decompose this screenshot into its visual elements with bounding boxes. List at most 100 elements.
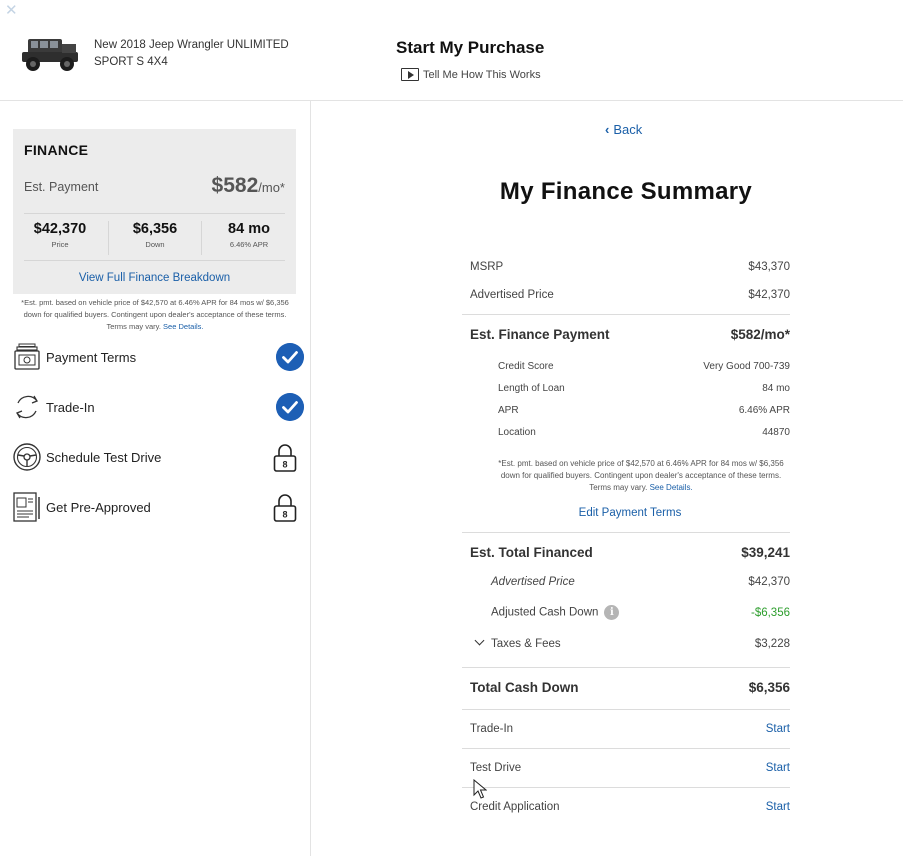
- stat-label: 6.46% APR: [229, 240, 269, 249]
- step-trade-in[interactable]: Trade-In: [12, 392, 304, 424]
- tf-advertised-row: Advertised Price $42,370: [491, 576, 790, 588]
- top-header: New 2018 Jeep Wrangler UNLIMITED SPORT S…: [0, 0, 903, 101]
- adj-cash-label: Adjusted Cash Down: [491, 606, 599, 619]
- row-value: $43,370: [748, 261, 790, 273]
- page-title: Start My Purchase: [396, 38, 545, 57]
- test-drive-action-row: Test Drive Start: [470, 762, 790, 774]
- finance-card-title: FINANCE: [24, 142, 89, 158]
- how-it-works-label: Tell Me How This Works: [423, 68, 541, 81]
- money-stack-icon: [14, 343, 40, 370]
- lock-icon: 8: [273, 444, 297, 472]
- summary-disclaimer: *Est. pmt. based on vehicle price of $42…: [493, 458, 789, 494]
- info-icon[interactable]: i: [604, 605, 620, 620]
- see-details-link[interactable]: See Details.: [163, 322, 203, 331]
- row-label: Test Drive: [470, 762, 522, 774]
- est-finance-payment-row: Est. Finance Payment $582/mo*: [470, 327, 790, 342]
- row-label: APR: [498, 405, 519, 416]
- row-value: 84 mo: [762, 383, 790, 394]
- row-label: Trade-In: [470, 723, 514, 735]
- test-drive-start-button[interactable]: Start: [766, 762, 790, 774]
- step-label: Trade-In: [46, 400, 95, 415]
- card-divider: [24, 213, 285, 214]
- check-icon: [276, 343, 304, 371]
- see-details-link[interactable]: See Details.: [650, 483, 693, 492]
- row-value: Very Good 700-739: [703, 361, 790, 372]
- trade-in-start-button[interactable]: Start: [766, 723, 790, 735]
- row-value: $582/mo*: [730, 327, 790, 342]
- chevron-left-icon: ‹: [605, 122, 610, 137]
- stat-label: Price: [51, 240, 69, 249]
- loan-length-row: Length of Loan 84 mo: [498, 383, 790, 394]
- advertised-price-row: Advertised Price $42,370: [470, 289, 790, 301]
- row-value: $42,370: [748, 576, 790, 588]
- row-label: Credit Score: [498, 361, 554, 372]
- row-label: Total Cash Down: [470, 680, 579, 695]
- stat-divider: [201, 221, 202, 255]
- row-label: Location: [498, 427, 536, 438]
- view-finance-breakdown-link[interactable]: View Full Finance Breakdown: [13, 272, 296, 284]
- chevron-down-icon: [474, 635, 485, 646]
- divider: [462, 532, 790, 533]
- adjusted-cash-down-row: Adjusted Cash Down i -$6,356: [491, 605, 790, 620]
- divider: [462, 314, 790, 315]
- est-payment-suffix: /mo*: [258, 180, 285, 195]
- lock-number: 8: [282, 460, 287, 470]
- divider: [462, 748, 790, 749]
- disclaimer-text: *Est. pmt. based on vehicle price of $42…: [498, 459, 784, 492]
- stat-term: 84 mo 6.46% APR: [205, 221, 293, 249]
- divider: [462, 787, 790, 788]
- cursor-icon: [473, 779, 487, 799]
- edit-payment-terms-link[interactable]: Edit Payment Terms: [462, 507, 798, 519]
- credit-application-start-button[interactable]: Start: [766, 801, 790, 813]
- row-label: Advertised Price: [470, 289, 554, 301]
- back-label: Back: [613, 122, 643, 137]
- card-divider: [24, 260, 285, 261]
- step-schedule-test-drive[interactable]: Schedule Test Drive 8: [12, 442, 304, 474]
- step-payment-terms[interactable]: Payment Terms: [12, 342, 304, 374]
- disclaimer-text: *Est. pmt. based on vehicle price of $42…: [21, 298, 289, 331]
- apr-row: APR 6.46% APR: [498, 405, 790, 416]
- divider: [462, 667, 790, 668]
- stat-value: 84 mo: [228, 221, 270, 237]
- stat-down: $6,356 Down: [111, 221, 199, 249]
- jeep-thumbnail: [22, 39, 78, 71]
- play-icon: [401, 68, 419, 81]
- est-payment-value: $582: [211, 174, 259, 197]
- document-icon: [13, 492, 40, 522]
- steering-wheel-icon: [13, 443, 41, 471]
- row-value: 44870: [762, 427, 790, 438]
- row-value: $42,370: [748, 289, 790, 301]
- msrp-row: MSRP $43,370: [470, 261, 790, 273]
- row-value: -$6,356: [750, 606, 790, 619]
- how-it-works-link[interactable]: Tell Me How This Works: [401, 68, 541, 81]
- credit-score-row: Credit Score Very Good 700-739: [498, 361, 790, 372]
- finance-card: FINANCE Est. Payment $582/mo* $42,370 Pr…: [13, 129, 296, 294]
- row-value: 6.46% APR: [738, 405, 790, 416]
- refresh-icon: [16, 395, 38, 419]
- taxes-label: Taxes & Fees: [491, 638, 561, 650]
- row-value: $6,356: [748, 680, 790, 695]
- step-get-pre-approved[interactable]: Get Pre-Approved 8: [12, 492, 304, 524]
- vehicle-name: New 2018 Jeep Wrangler UNLIMITED SPORT S…: [94, 39, 289, 68]
- row-label: Length of Loan: [498, 383, 565, 394]
- stat-value: $42,370: [33, 221, 87, 237]
- total-cash-down-row: Total Cash Down $6,356: [470, 680, 790, 695]
- row-label: Taxes & Fees: [474, 635, 561, 650]
- back-link[interactable]: ‹ Back: [605, 122, 642, 137]
- stat-label: Down: [145, 240, 165, 249]
- lock-number: 8: [282, 510, 287, 520]
- est-payment-label: Est. Payment: [24, 180, 99, 194]
- trade-in-action-row: Trade-In Start: [470, 723, 790, 735]
- row-label: MSRP: [470, 261, 504, 273]
- taxes-fees-row[interactable]: Taxes & Fees $3,228: [474, 635, 790, 650]
- row-value: $3,228: [754, 638, 790, 650]
- total-financed-row: Est. Total Financed $39,241: [470, 545, 790, 560]
- divider: [462, 709, 790, 710]
- stat-divider: [108, 221, 109, 255]
- row-label: Advertised Price: [491, 576, 575, 588]
- step-label: Get Pre-Approved: [46, 500, 151, 515]
- step-label: Schedule Test Drive: [46, 450, 162, 465]
- stat-price: $42,370 Price: [16, 221, 104, 249]
- summary-title: My Finance Summary: [499, 178, 753, 205]
- est-payment-amount: $582/mo*: [212, 174, 285, 198]
